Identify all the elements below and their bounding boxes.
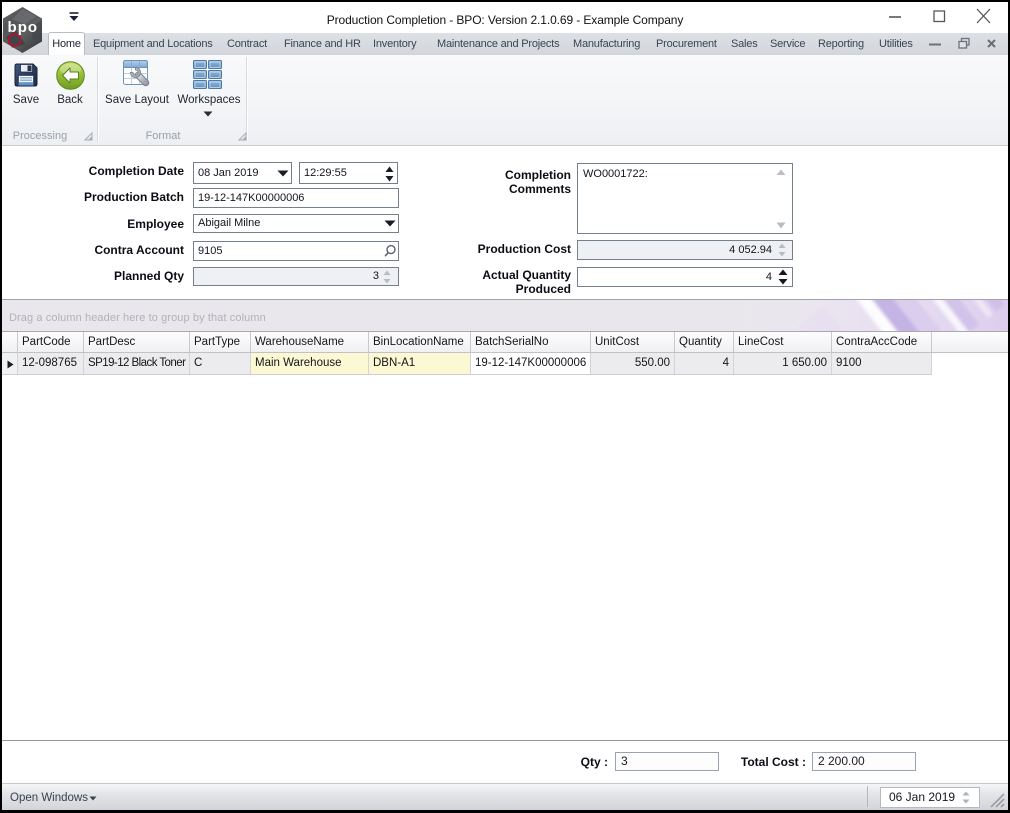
svg-text:bpo: bpo (8, 19, 39, 36)
